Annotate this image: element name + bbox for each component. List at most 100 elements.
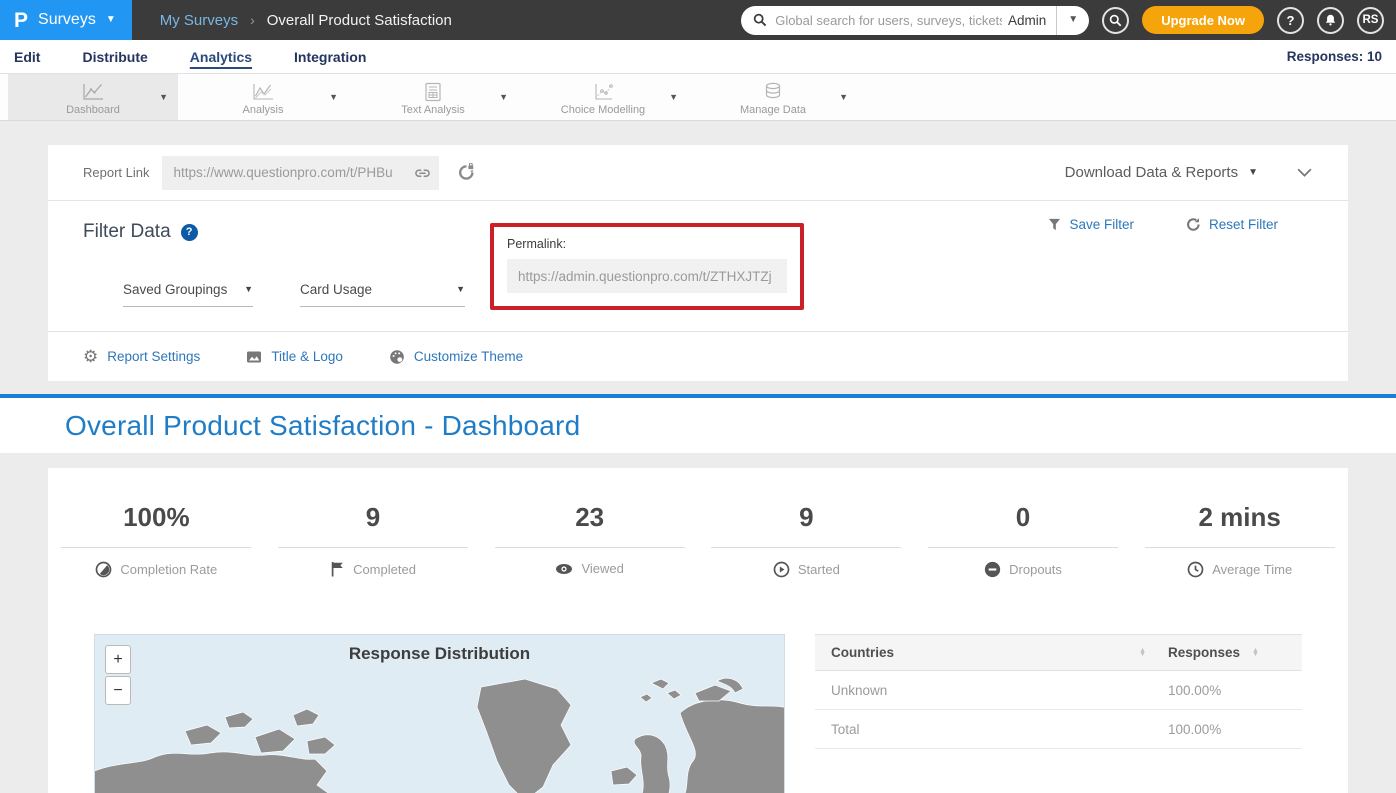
help-button[interactable]: ? <box>1277 7 1304 34</box>
countries-table-header: Countries ▲▼ Responses ▲▼ <box>815 634 1302 671</box>
stat-divider <box>711 547 901 548</box>
stat-label: Completion Rate <box>120 562 217 577</box>
tab-label: Analysis <box>243 104 284 116</box>
tab-dashboard-menu[interactable]: ▼ <box>159 92 168 102</box>
stat-divider <box>1145 547 1335 548</box>
search-scope-dropdown[interactable]: ▼ <box>1057 15 1089 25</box>
responses-count[interactable]: Responses: 10 <box>1287 49 1382 64</box>
responses-column-header[interactable]: Responses <box>1168 645 1240 660</box>
countries-table: Countries ▲▼ Responses ▲▼ Unknown 100.00… <box>815 634 1302 793</box>
link-icon[interactable] <box>414 165 431 181</box>
tab-label: Choice Modelling <box>561 104 645 116</box>
nav-distribute[interactable]: Distribute <box>82 49 147 65</box>
saved-groupings-dropdown[interactable]: Saved Groupings ▼ <box>123 282 253 307</box>
card-usage-dropdown[interactable]: Card Usage ▼ <box>300 282 465 307</box>
world-map <box>95 653 785 793</box>
stat-value: 9 <box>799 502 813 533</box>
stat-value: 100% <box>123 502 190 533</box>
filter-help-icon[interactable]: ? <box>181 224 198 241</box>
title-logo-link[interactable]: Title & Logo <box>246 349 343 365</box>
tab-analysis-menu[interactable]: ▼ <box>329 92 338 102</box>
stat-value: 9 <box>366 502 380 533</box>
title-band: Overall Product Satisfaction - Dashboard <box>0 398 1396 453</box>
response-distribution-map[interactable]: Response Distribution + − <box>94 634 785 793</box>
analytics-tabstrip: Dashboard ▼ Analysis ▼ Text Analysis ▼ C… <box>0 74 1396 121</box>
reset-filter-label: Reset Filter <box>1209 217 1278 232</box>
collapse-panel-chevron-icon[interactable] <box>1296 167 1313 179</box>
download-data-reports-dropdown[interactable]: Download Data & Reports ▼ <box>1065 164 1258 181</box>
surveys-product-switcher[interactable]: P Surveys ▼ <box>0 0 132 40</box>
report-settings-label: Report Settings <box>107 349 200 364</box>
reset-filter-button[interactable]: Reset Filter <box>1186 217 1278 232</box>
chevron-down-icon: ▼ <box>456 285 465 294</box>
global-search-input[interactable] <box>775 13 1002 28</box>
report-settings-row: ⚙ Report Settings Title & Logo Customize… <box>48 331 1348 381</box>
report-link-input[interactable] <box>173 165 414 180</box>
report-filter-card: Report Link Download Data & Reports ▼ Fi… <box>48 145 1348 381</box>
survey-nav: Edit Distribute Analytics Integration Re… <box>0 40 1396 74</box>
tab-text-analysis-menu[interactable]: ▼ <box>499 92 508 102</box>
tab-choice-modelling[interactable]: Choice Modelling ▼ <box>518 74 688 120</box>
chevron-down-icon: ▼ <box>1248 168 1258 178</box>
choice-modelling-icon <box>592 82 614 102</box>
customize-theme-label: Customize Theme <box>414 349 523 364</box>
tab-choice-modelling-menu[interactable]: ▼ <box>669 92 678 102</box>
zoom-in-button[interactable]: + <box>105 645 131 674</box>
stat-divider <box>495 547 685 548</box>
notifications-button[interactable] <box>1317 7 1344 34</box>
table-row: Total 100.00% <box>815 710 1302 749</box>
country-name: Total <box>831 722 1168 737</box>
zoom-out-button[interactable]: − <box>105 676 131 705</box>
nav-analytics[interactable]: Analytics <box>190 49 252 65</box>
user-avatar[interactable]: RS <box>1357 7 1384 34</box>
chevron-down-icon: ▼ <box>1068 15 1078 25</box>
image-icon <box>246 349 262 365</box>
tab-manage-data-menu[interactable]: ▼ <box>839 92 848 102</box>
gear-icon: ⚙ <box>83 348 98 365</box>
report-settings-link[interactable]: ⚙ Report Settings <box>83 348 200 365</box>
report-row-actions: Download Data & Reports ▼ <box>1065 164 1313 181</box>
upgrade-now-button[interactable]: Upgrade Now <box>1142 6 1264 34</box>
sort-icon[interactable]: ▲▼ <box>1252 649 1259 657</box>
questionpro-logo: P <box>14 10 28 31</box>
product-label: Surveys <box>38 11 96 29</box>
stat-value: 2 mins <box>1199 502 1281 533</box>
stat-completion-rate: 100% Completion Rate <box>48 502 265 608</box>
stat-label: Started <box>798 562 840 577</box>
sort-icon[interactable]: ▲▼ <box>1139 649 1146 657</box>
card-usage-label: Card Usage <box>300 282 372 297</box>
tab-label: Text Analysis <box>401 104 465 116</box>
tab-label: Manage Data <box>740 104 806 116</box>
stat-value: 23 <box>575 502 604 533</box>
search-button[interactable] <box>1102 7 1129 34</box>
breadcrumb-separator-icon: › <box>250 12 255 28</box>
breadcrumb: My Surveys › Overall Product Satisfactio… <box>132 0 452 40</box>
palette-icon <box>389 349 405 365</box>
stat-started: 9 Started <box>698 502 915 608</box>
stat-label: Completed <box>353 562 416 577</box>
country-responses: 100.00% <box>1168 722 1286 737</box>
permalink-input[interactable] <box>507 259 787 293</box>
breadcrumb-my-surveys[interactable]: My Surveys <box>160 12 238 29</box>
minus-circle-icon <box>984 561 1001 578</box>
report-security-button[interactable] <box>457 163 476 182</box>
chevron-down-icon: ▼ <box>244 285 253 294</box>
tab-manage-data[interactable]: Manage Data ▼ <box>688 74 858 120</box>
tab-dashboard[interactable]: Dashboard ▼ <box>8 74 178 120</box>
chevron-down-icon: ▼ <box>106 15 116 25</box>
filter-data-section: Filter Data ? Save Filter Reset Filter S… <box>48 201 1348 331</box>
search-icon <box>753 13 767 27</box>
stat-viewed: 23 Viewed <box>481 502 698 608</box>
clock-icon <box>1187 561 1204 578</box>
filter-actions: Save Filter Reset Filter <box>1048 217 1278 232</box>
table-row: Unknown 100.00% <box>815 671 1302 710</box>
report-link-row: Report Link Download Data & Reports ▼ <box>48 145 1348 201</box>
tab-analysis[interactable]: Analysis ▼ <box>178 74 348 120</box>
stat-dropouts: 0 Dropouts <box>915 502 1132 608</box>
tab-text-analysis[interactable]: Text Analysis ▼ <box>348 74 518 120</box>
nav-edit[interactable]: Edit <box>14 49 40 65</box>
countries-column-header[interactable]: Countries <box>831 645 894 660</box>
save-filter-button[interactable]: Save Filter <box>1048 217 1134 232</box>
nav-integration[interactable]: Integration <box>294 49 366 65</box>
customize-theme-link[interactable]: Customize Theme <box>389 349 523 365</box>
